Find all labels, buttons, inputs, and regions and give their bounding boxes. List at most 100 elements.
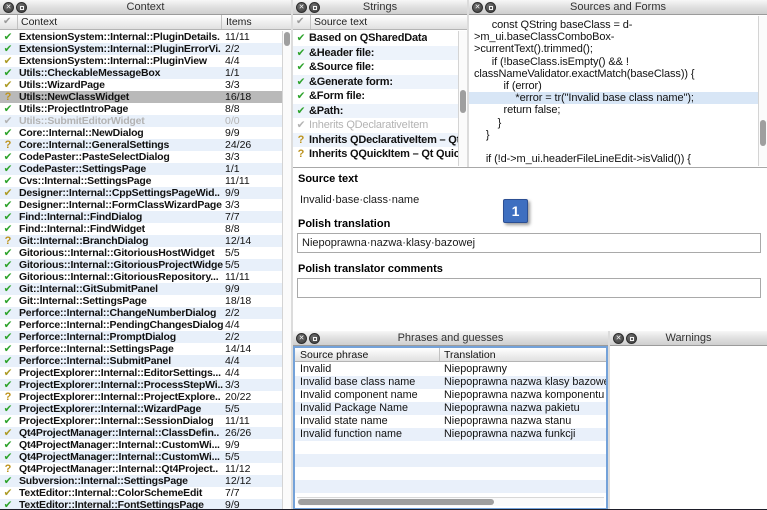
done-status-icon: ✔: [0, 43, 16, 55]
string-row[interactable]: ✔&Form file:: [293, 89, 459, 104]
string-row[interactable]: ✔&Path:: [293, 104, 459, 119]
translation-input[interactable]: [297, 233, 761, 253]
context-row[interactable]: ✔CodePaster::SettingsPage1/1: [0, 163, 282, 175]
context-row[interactable]: ✔Cvs::Internal::SettingsPage11/11: [0, 175, 282, 187]
code-line: const QString baseClass = d-: [474, 19, 759, 31]
context-name: Utils::ProjectIntroPage: [19, 103, 224, 115]
context-row[interactable]: ✔Find::Internal::FindDialog7/7: [0, 211, 282, 223]
strings-scrollbar-thumb[interactable]: [460, 90, 466, 113]
close-dock-icon[interactable]: ✕: [296, 2, 307, 13]
phrases-hscrollbar[interactable]: [297, 497, 604, 506]
context-row[interactable]: ✔ProjectExplorer::Internal::SessionDialo…: [0, 415, 282, 427]
context-row[interactable]: ✔ExtensionSystem::Internal::PluginDetail…: [0, 31, 282, 43]
context-row[interactable]: ✔Gitorious::Internal::GitoriousHostWidge…: [0, 247, 282, 259]
close-dock-icon[interactable]: ✕: [296, 333, 307, 344]
float-dock-icon[interactable]: [16, 2, 27, 13]
context-row[interactable]: ✔Core::Internal::NewDialog9/9: [0, 127, 282, 139]
context-column-header[interactable]: ✔ Context Items: [0, 15, 291, 30]
context-row[interactable]: ✔Perforce::Internal::PendingChangesDialo…: [0, 319, 282, 331]
context-row[interactable]: ✔Git::Internal::GitSubmitPanel9/9: [0, 283, 282, 295]
float-dock-icon[interactable]: [626, 333, 637, 344]
translator-comments-input[interactable]: [297, 278, 761, 298]
done-status-icon: ✔: [293, 75, 309, 90]
string-row[interactable]: ?Inherits QQuickItem – Qt Quick 2: [293, 147, 459, 162]
sources-scrollbar-thumb[interactable]: [760, 120, 766, 146]
context-name: Gitorious::Internal::GitoriousRepository…: [19, 271, 224, 283]
context-row[interactable]: ✔Gitorious::Internal::GitoriousProjectWi…: [0, 259, 282, 271]
phrases-table-header[interactable]: Source phrase Translation: [295, 348, 606, 362]
items-count: 16/18: [225, 91, 251, 103]
context-row[interactable]: ✔TextEditor::Internal::ColorSchemeEdit7/…: [0, 487, 282, 499]
done-status-icon: ✔: [0, 103, 16, 115]
context-row[interactable]: ✔ProjectExplorer::Internal::WizardPage5/…: [0, 403, 282, 415]
sources-scrollbar[interactable]: [758, 16, 767, 166]
done-status-icon: ✔: [0, 355, 16, 367]
context-row[interactable]: ✔ExtensionSystem::Internal::PluginView4/…: [0, 55, 282, 67]
float-dock-icon[interactable]: [309, 2, 320, 13]
items-count: 14/14: [225, 343, 251, 355]
context-row[interactable]: ?Qt4ProjectManager::Internal::Qt4Project…: [0, 463, 282, 475]
context-row[interactable]: ?Git::Internal::BranchDialog12/14: [0, 235, 282, 247]
context-row[interactable]: ?ProjectExplorer::Internal::ProjectExplo…: [0, 391, 282, 403]
phrase-row[interactable]: Invalid base class nameNiepoprawna nazwa…: [295, 376, 606, 389]
context-row[interactable]: ✔CodePaster::PasteSelectDialog3/3: [0, 151, 282, 163]
empty-row: [295, 480, 606, 493]
strings-scrollbar[interactable]: [458, 31, 467, 166]
phrase-row[interactable]: Invalid Package NameNiepoprawna nazwa pa…: [295, 402, 606, 415]
context-name: Perforce::Internal::PendingChangesDialog: [19, 319, 224, 331]
context-row[interactable]: ?Core::Internal::GeneralSettings24/26: [0, 139, 282, 151]
string-row[interactable]: ✔&Source file:: [293, 60, 459, 75]
context-name: Core::Internal::GeneralSettings: [19, 139, 224, 151]
phrases-dock: ✕ Phrases and guesses Source phrase Tran…: [293, 331, 608, 510]
string-row[interactable]: ✔&Generate form:: [293, 75, 459, 90]
context-row[interactable]: ✔Gitorious::Internal::GitoriousRepositor…: [0, 271, 282, 283]
done-status-icon: ✔: [293, 89, 309, 104]
phrase-row[interactable]: Invalid function nameNiepoprawna nazwa f…: [295, 428, 606, 441]
context-row[interactable]: ✔Find::Internal::FindWidget8/8: [0, 223, 282, 235]
context-row[interactable]: ✔Perforce::Internal::SettingsPage14/14: [0, 343, 282, 355]
phrases-hscrollbar-thumb[interactable]: [298, 499, 494, 505]
context-name: Core::Internal::NewDialog: [19, 127, 224, 139]
items-column-label: Items: [226, 16, 252, 28]
close-dock-icon[interactable]: ✕: [472, 2, 483, 13]
string-row[interactable]: ✔&Header file:: [293, 46, 459, 61]
context-row[interactable]: ✔Perforce::Internal::PromptDialog2/2: [0, 331, 282, 343]
items-count: 9/9: [225, 127, 240, 139]
context-row[interactable]: ✔Designer::Internal::CppSettingsPageWid.…: [0, 187, 282, 199]
context-scrollbar-thumb[interactable]: [284, 32, 290, 46]
context-row[interactable]: ✔Qt4ProjectManager::Internal::CustomWi..…: [0, 451, 282, 463]
strings-column-header[interactable]: ✔ Source text: [293, 15, 467, 30]
float-dock-icon[interactable]: [309, 333, 320, 344]
context-scrollbar[interactable]: [282, 31, 291, 509]
context-name: Qt4ProjectManager::Internal::Qt4Project.…: [19, 463, 224, 475]
context-row[interactable]: ✔Qt4ProjectManager::Internal::CustomWi..…: [0, 439, 282, 451]
items-count: 5/5: [225, 247, 240, 259]
context-row[interactable]: ✔Qt4ProjectManager::Internal::ClassDefin…: [0, 427, 282, 439]
context-row[interactable]: ✔Utils::WizardPage3/3: [0, 79, 282, 91]
context-row[interactable]: ✔Git::Internal::SettingsPage18/18: [0, 295, 282, 307]
float-dock-icon[interactable]: [485, 2, 496, 13]
context-row[interactable]: ✔Perforce::Internal::ChangeNumberDialog2…: [0, 307, 282, 319]
code-line: >m_ui.baseClassComboBox-: [474, 31, 759, 43]
code-line: classNameValidator.exactMatch(baseClass)…: [474, 68, 759, 80]
phrase-row[interactable]: InvalidNiepoprawny: [295, 363, 606, 376]
context-row[interactable]: ✔Utils::CheckableMessageBox1/1: [0, 67, 282, 79]
close-dock-icon[interactable]: ✕: [613, 333, 624, 344]
context-row[interactable]: ✔Designer::Internal::FormClassWizardPage…: [0, 199, 282, 211]
string-row[interactable]: ✔Inherits QDeclarativeItem: [293, 118, 459, 133]
phrase-row[interactable]: Invalid state nameNiepoprawna nazwa stan…: [295, 415, 606, 428]
string-row[interactable]: ✔Based on QSharedData: [293, 31, 459, 46]
context-row[interactable]: ✔ProjectExplorer::Internal::ProcessStepW…: [0, 379, 282, 391]
context-row[interactable]: ?Utils::NewClassWidget16/18: [0, 91, 282, 103]
context-name: CodePaster::PasteSelectDialog: [19, 151, 224, 163]
phrase-row[interactable]: Invalid component nameNiepoprawna nazwa …: [295, 389, 606, 402]
context-row[interactable]: ✔ProjectExplorer::Internal::EditorSettin…: [0, 367, 282, 379]
source-code-view[interactable]: const QString baseClass = d->m_ui.baseCl…: [469, 16, 759, 166]
context-row[interactable]: ✔Subversion::Internal::SettingsPage12/12: [0, 475, 282, 487]
context-row[interactable]: ✔Utils::ProjectIntroPage8/8: [0, 103, 282, 115]
context-row[interactable]: ✔Utils::SubmitEditorWidget0/0: [0, 115, 282, 127]
close-dock-icon[interactable]: ✕: [3, 2, 14, 13]
context-row[interactable]: ✔ExtensionSystem::Internal::PluginErrorV…: [0, 43, 282, 55]
string-row[interactable]: ?Inherits QDeclarativeItem – Qt ...: [293, 133, 459, 148]
context-row[interactable]: ✔Perforce::Internal::SubmitPanel4/4: [0, 355, 282, 367]
